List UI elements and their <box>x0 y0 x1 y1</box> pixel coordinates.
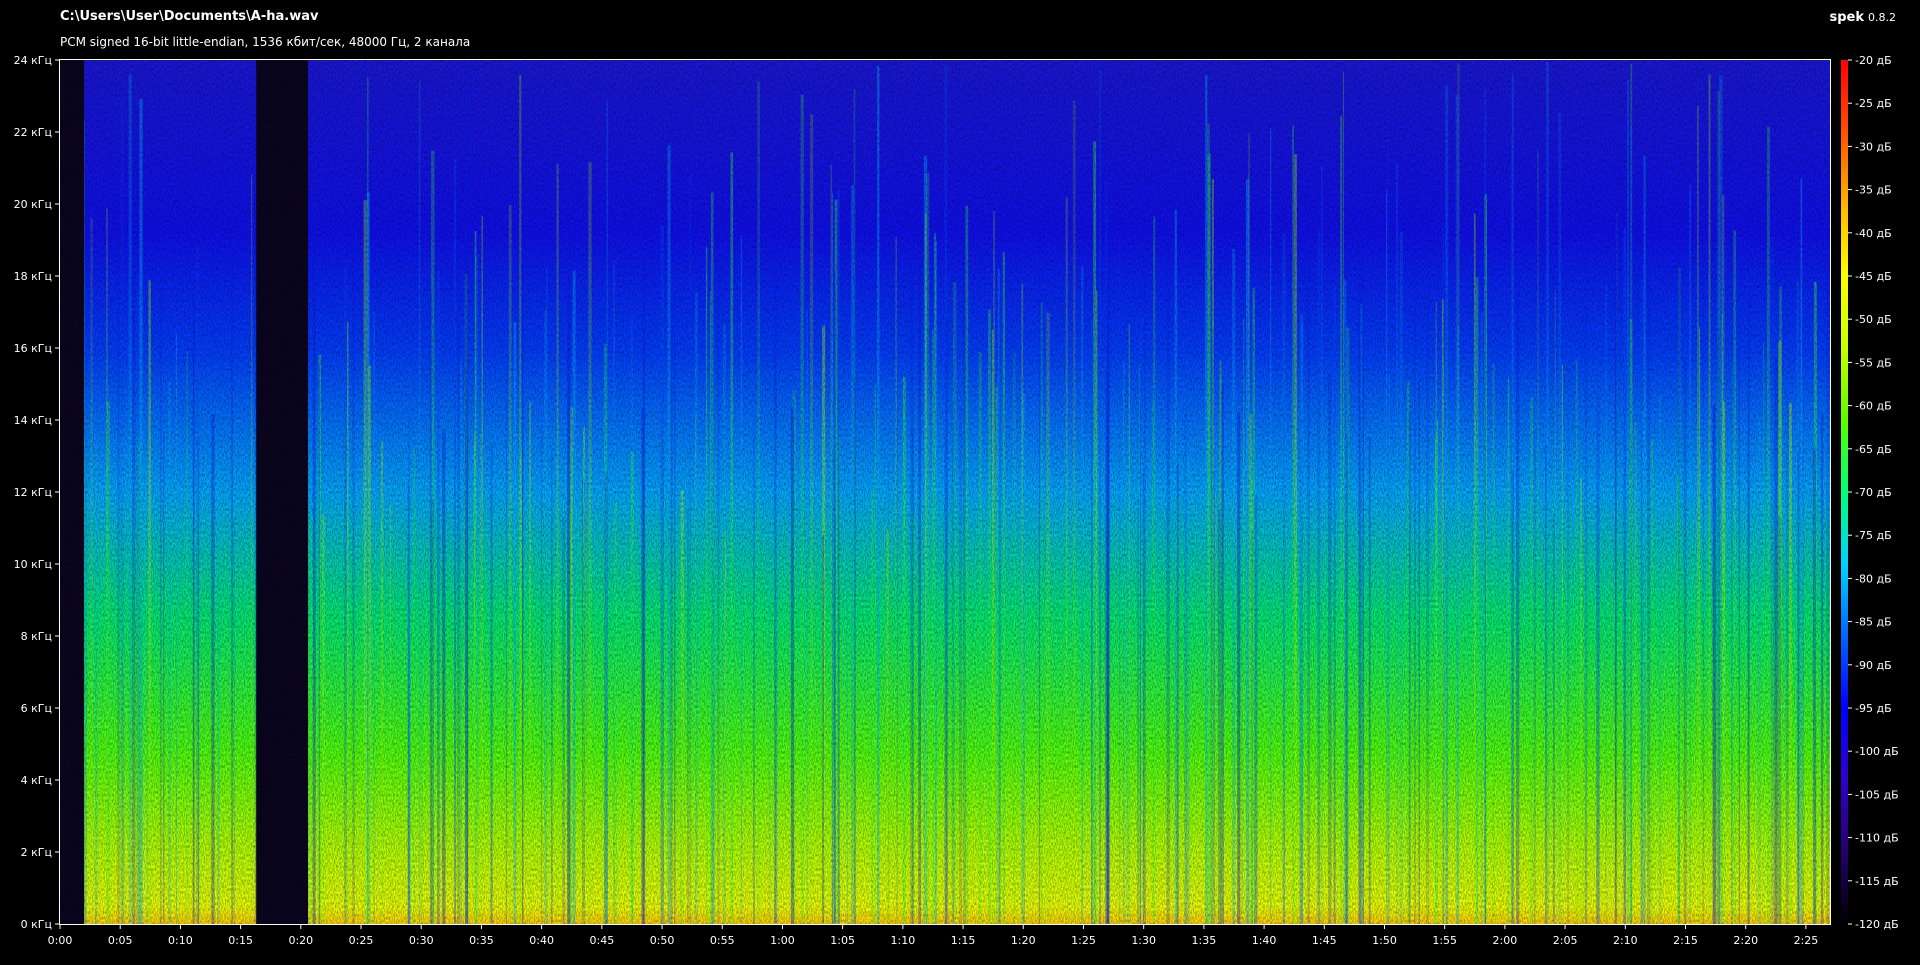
x-tick-label: 1:45 <box>1312 934 1337 947</box>
db-axis: -20 дБ -25 дБ -30 дБ -35 дБ -40 дБ -45 дБ -50 … <box>1848 54 1899 931</box>
y-tick-label: 20 кГц <box>14 198 52 211</box>
y-tick-label: 8 кГц <box>21 630 52 643</box>
x-tick-label: 1:05 <box>830 934 855 947</box>
x-tick-label: 1:20 <box>1011 934 1036 947</box>
db-tick-label: -95 дБ <box>1855 702 1892 715</box>
x-tick-label: 0:50 <box>650 934 675 947</box>
db-tick-label: -40 дБ <box>1855 227 1892 240</box>
x-tick-label: 0:20 <box>288 934 313 947</box>
x-tick-label: 1:55 <box>1432 934 1457 947</box>
db-tick-label: -120 дБ <box>1855 918 1899 931</box>
x-tick-label: 0:30 <box>409 934 434 947</box>
db-tick-label: -25 дБ <box>1855 97 1892 110</box>
x-tick-label: 0:25 <box>349 934 374 947</box>
x-tick-label: 0:35 <box>469 934 494 947</box>
x-tick-label: 2:15 <box>1673 934 1698 947</box>
x-tick-label: 0:55 <box>710 934 735 947</box>
db-tick-label: -85 дБ <box>1855 616 1892 629</box>
x-tick-label: 0:00 <box>48 934 73 947</box>
x-tick-label: 2:10 <box>1613 934 1638 947</box>
db-tick-label: -30 дБ <box>1855 140 1892 153</box>
x-tick-label: 1:40 <box>1252 934 1277 947</box>
x-tick-label: 1:25 <box>1071 934 1096 947</box>
spectrogram-chart: 0 кГц 2 кГц 4 кГц 6 кГц 8 кГц 10 кГц 12 кГц 14 … <box>14 54 1899 947</box>
x-tick-label: 1:35 <box>1192 934 1217 947</box>
x-tick-label: 1:50 <box>1372 934 1397 947</box>
x-tick-label: 2:25 <box>1794 934 1819 947</box>
y-tick-label: 0 кГц <box>21 918 52 931</box>
x-tick-label: 1:30 <box>1131 934 1156 947</box>
x-tick-label: 0:45 <box>589 934 614 947</box>
db-tick-label: -100 дБ <box>1855 745 1899 758</box>
x-tick-label: 1:15 <box>951 934 976 947</box>
db-tick-label: -35 дБ <box>1855 184 1892 197</box>
spectrogram-noise <box>60 60 1830 924</box>
x-tick-label: 2:20 <box>1733 934 1758 947</box>
y-tick-label: 2 кГц <box>21 846 52 859</box>
x-tick-label: 1:00 <box>770 934 795 947</box>
colorbar <box>1841 60 1848 924</box>
y-tick-label: 12 кГц <box>14 486 52 499</box>
y-tick-label: 10 кГц <box>14 558 52 571</box>
db-tick-label: -50 дБ <box>1855 313 1892 326</box>
spek-window: C:\Users\User\Documents\A-ha.wav PCM sig… <box>0 0 1920 965</box>
db-tick-label: -115 дБ <box>1855 875 1899 888</box>
y-tick-label: 22 кГц <box>14 126 52 139</box>
y-tick-label: 24 кГц <box>14 54 52 67</box>
y-tick-label: 18 кГц <box>14 270 52 283</box>
y-tick-label: 14 кГц <box>14 414 52 427</box>
db-tick-label: -60 дБ <box>1855 400 1892 413</box>
db-tick-label: -105 дБ <box>1855 788 1899 801</box>
x-tick-label: 2:05 <box>1553 934 1578 947</box>
db-tick-label: -70 дБ <box>1855 486 1892 499</box>
db-tick-label: -75 дБ <box>1855 529 1892 542</box>
db-tick-label: -55 дБ <box>1855 356 1892 369</box>
db-tick-label: -110 дБ <box>1855 832 1899 845</box>
x-tick-label: 1:10 <box>891 934 916 947</box>
db-tick-label: -80 дБ <box>1855 572 1892 585</box>
x-tick-label: 0:40 <box>529 934 554 947</box>
x-tick-label: 2:00 <box>1493 934 1518 947</box>
db-tick-label: -65 дБ <box>1855 443 1892 456</box>
x-tick-label: 0:10 <box>168 934 193 947</box>
x-tick-label: 0:15 <box>228 934 253 947</box>
y-tick-label: 4 кГц <box>21 774 52 787</box>
db-tick-label: -90 дБ <box>1855 659 1892 672</box>
time-axis: 0:00 0:05 0:10 0:15 0:20 0:25 0:30 0:35 0:40 0:45… <box>48 924 1819 947</box>
db-tick-label: -20 дБ <box>1855 54 1892 67</box>
y-tick-label: 16 кГц <box>14 342 52 355</box>
y-tick-label: 6 кГц <box>21 702 52 715</box>
x-tick-label: 0:05 <box>108 934 133 947</box>
frequency-axis: 0 кГц 2 кГц 4 кГц 6 кГц 8 кГц 10 кГц 12 кГц 14 … <box>14 54 60 931</box>
db-tick-label: -45 дБ <box>1855 270 1892 283</box>
